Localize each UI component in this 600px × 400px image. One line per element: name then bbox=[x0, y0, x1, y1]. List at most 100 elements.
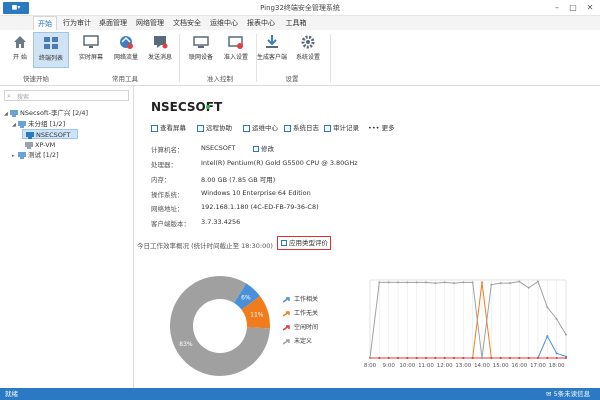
efficiency-donut-chart: 6% 11% 83% bbox=[170, 276, 270, 376]
tree-node-xp-vm[interactable]: XP-VM bbox=[25, 140, 55, 150]
minimize-button[interactable]: – bbox=[550, 1, 564, 14]
x-tick-label: 16:00 bbox=[511, 363, 527, 369]
series-point bbox=[546, 306, 549, 309]
info-key-client-version: 客户端版本： bbox=[151, 220, 190, 228]
search-placeholder: 搜索 bbox=[17, 94, 30, 101]
mail-icon: ✉ bbox=[546, 390, 552, 398]
access-settings-icon bbox=[228, 36, 243, 49]
window-title: Ping32终端安全管理系统 bbox=[260, 4, 340, 12]
info-key-network: 网络地址： bbox=[151, 205, 184, 213]
computer-group-icon bbox=[18, 151, 26, 159]
series-line-1 bbox=[370, 282, 566, 359]
tab-document-security[interactable]: 文档安全 bbox=[170, 16, 204, 30]
tab-start[interactable]: 开始 bbox=[33, 16, 57, 31]
system-settings-button[interactable]: 系统设置 bbox=[290, 32, 326, 68]
online-status-icon bbox=[206, 105, 210, 109]
ops-center-button[interactable]: 运维中心 bbox=[243, 122, 278, 132]
info-value-computer-name: NSECSOFT bbox=[201, 144, 236, 152]
access-settings-button[interactable]: 准入设置 bbox=[218, 32, 254, 68]
tree-node-label: 测试 [1/2] bbox=[28, 151, 59, 159]
group-label-access-control: 准入控制 bbox=[207, 75, 233, 83]
x-tick-label: 10:00 bbox=[399, 363, 415, 369]
ribbon-separator bbox=[179, 34, 180, 82]
tree-node-label: 未分组 [1/2] bbox=[28, 120, 66, 128]
series-point bbox=[453, 357, 455, 359]
close-button[interactable]: ✕ bbox=[583, 1, 597, 14]
series-point bbox=[406, 357, 409, 359]
donut-data-label: 83% bbox=[179, 341, 193, 348]
generate-client-button[interactable]: 生成客户端 bbox=[252, 32, 292, 68]
series-point bbox=[565, 333, 567, 336]
group-label-settings: 设置 bbox=[285, 75, 299, 83]
more-button[interactable]: ••• 更多 bbox=[368, 122, 395, 132]
audit-record-button[interactable]: 审计记录 bbox=[324, 122, 359, 132]
series-point bbox=[397, 357, 399, 359]
series-point bbox=[434, 357, 437, 359]
tree-node-ungrouped[interactable]: ◢ 未分组 [1/2] bbox=[12, 119, 65, 129]
tree-node-nsecsoft[interactable]: NSECSOFT bbox=[22, 129, 78, 139]
series-point bbox=[434, 282, 437, 285]
arrow-icon bbox=[283, 296, 290, 303]
network-device-button[interactable]: 联网设备 bbox=[183, 32, 219, 68]
computer-icon bbox=[26, 131, 34, 139]
series-point bbox=[555, 352, 558, 355]
edit-name-button[interactable]: 修改 bbox=[253, 143, 274, 153]
tab-operations-center[interactable]: 运维中心 bbox=[207, 16, 241, 30]
x-tick-label: 11:00 bbox=[418, 363, 434, 369]
view-screen-button[interactable]: 查看屏幕 bbox=[151, 122, 186, 132]
tab-desktop-management[interactable]: 桌面管理 bbox=[96, 16, 130, 30]
tab-network-management[interactable]: 网络管理 bbox=[133, 16, 167, 30]
app-type-evaluation-button[interactable]: 应用类型评价 bbox=[277, 236, 331, 250]
series-point bbox=[378, 281, 381, 284]
tab-behavior-audit[interactable]: 行为审计 bbox=[60, 16, 94, 30]
info-value-os: Windows 10 Enterprise 64 Edition bbox=[201, 189, 311, 197]
series-point bbox=[387, 281, 390, 284]
series-point bbox=[415, 357, 418, 359]
host-title: NSECSOFT bbox=[151, 100, 223, 114]
search-input[interactable]: ⌕ 搜索 bbox=[4, 90, 129, 101]
info-key-memory: 内存： bbox=[151, 176, 171, 184]
tab-report-center[interactable]: 报表中心 bbox=[244, 16, 278, 30]
legend-label: 工作相关 bbox=[294, 296, 319, 303]
terminal-tree-panel: ⌕ 搜索 ◢ NSecsoft-李广兴 [2/4] ◢ 未分组 [1/2] NSEC… bbox=[0, 86, 134, 388]
series-point bbox=[499, 282, 502, 285]
series-point bbox=[462, 357, 465, 359]
terminal-list-button[interactable]: 终端列表 bbox=[33, 32, 69, 68]
screen-icon bbox=[151, 124, 158, 132]
tree-node-test[interactable]: ▸ 测试 [1/2] bbox=[12, 150, 59, 160]
monitor-icon bbox=[83, 35, 99, 48]
audit-icon bbox=[324, 124, 331, 132]
log-icon bbox=[284, 124, 291, 132]
network-traffic-button[interactable]: 网络流量 bbox=[108, 32, 144, 68]
eval-label: 应用类型评价 bbox=[289, 239, 328, 247]
today-summary-label: 今日工作效率概况 (统计时间截止至 18:30:00) bbox=[137, 242, 273, 250]
series-point bbox=[537, 280, 539, 283]
legend-work-unrelated: 工作无关 bbox=[283, 308, 318, 317]
live-screen-label: 实时屏幕 bbox=[78, 54, 103, 61]
action-label: 审计记录 bbox=[333, 124, 359, 132]
unread-messages[interactable]: ✉ 5条未读信息 bbox=[546, 388, 590, 400]
series-point bbox=[509, 282, 511, 285]
live-screen-button[interactable]: 实时屏幕 bbox=[73, 32, 109, 68]
legend-label: 工作无关 bbox=[294, 310, 319, 317]
status-text: 就绪 bbox=[5, 390, 18, 398]
system-log-button[interactable]: 系统日志 bbox=[284, 122, 319, 132]
action-label: 远程协助 bbox=[206, 124, 232, 132]
tab-toolbox[interactable]: 工具箱 bbox=[282, 16, 310, 30]
group-label-quick-start: 快速开始 bbox=[23, 75, 49, 83]
info-value-cpu: Intel(R) Pentium(R) Gold G5500 CPU @ 3.8… bbox=[201, 159, 358, 167]
series-point bbox=[443, 357, 446, 359]
series-point bbox=[481, 357, 483, 359]
remote-assist-button[interactable]: 远程协助 bbox=[197, 122, 232, 132]
tree-node-root[interactable]: ◢ NSecsoft-李广兴 [2/4] bbox=[4, 108, 88, 118]
maximize-button[interactable]: □ bbox=[566, 1, 580, 14]
series-point bbox=[453, 282, 455, 285]
send-message-button[interactable]: 发送消息 bbox=[142, 32, 178, 68]
info-value-client-version: 3.7.33.4256 bbox=[201, 218, 241, 226]
ops-icon bbox=[243, 124, 250, 132]
x-tick-label: 14:00 bbox=[474, 363, 490, 369]
series-point bbox=[406, 281, 409, 284]
series-point bbox=[471, 281, 474, 284]
series-point bbox=[462, 281, 465, 284]
download-icon bbox=[266, 35, 278, 48]
